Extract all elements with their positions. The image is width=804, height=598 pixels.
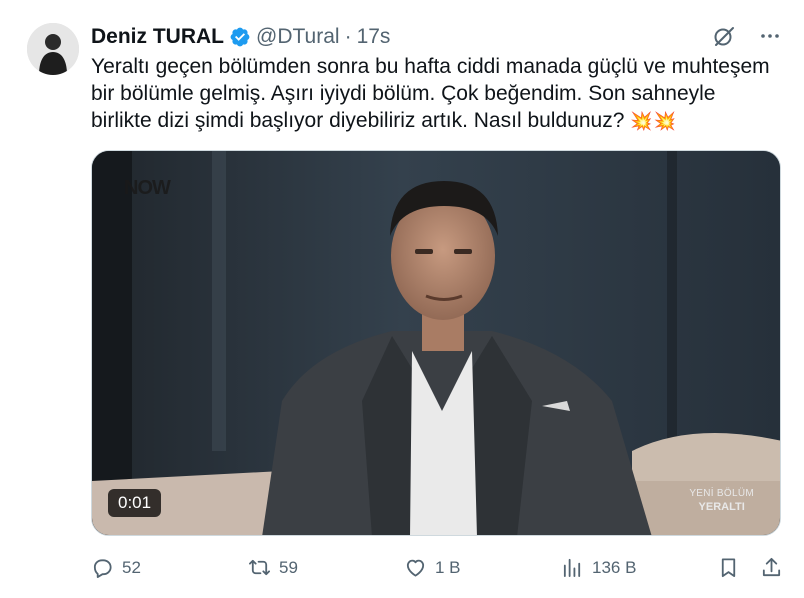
tweet-top-actions bbox=[712, 24, 782, 48]
separator-dot: · bbox=[344, 25, 352, 48]
repost-button[interactable]: 59 bbox=[248, 556, 298, 579]
tweet-actions: 52 59 1 B 136 B bbox=[91, 556, 781, 582]
show-overlay: YENİ BÖLÜM YERALTI bbox=[689, 488, 754, 513]
overlay-line-2: YERALTI bbox=[698, 501, 745, 513]
like-count: 1 B bbox=[435, 557, 461, 577]
tweet-header: Deniz TURAL @DTural · 17s bbox=[91, 23, 390, 51]
collision-emoji: 💥💥 bbox=[630, 111, 678, 131]
heart-icon bbox=[406, 559, 425, 577]
share-icon bbox=[762, 557, 781, 577]
like-button[interactable]: 1 B bbox=[404, 556, 461, 579]
avatar-image bbox=[27, 23, 79, 75]
reply-count: 52 bbox=[122, 557, 141, 577]
reply-button[interactable]: 52 bbox=[91, 556, 141, 579]
avatar[interactable] bbox=[27, 23, 79, 75]
video-thumbnail bbox=[92, 151, 780, 535]
view-count: 136 B bbox=[592, 557, 637, 577]
bookmark-button[interactable] bbox=[717, 556, 740, 579]
overlay-line-1: YENİ BÖLÜM bbox=[689, 488, 754, 499]
repost-count: 59 bbox=[279, 557, 298, 577]
author-name[interactable]: Deniz TURAL bbox=[91, 25, 224, 49]
author-handle[interactable]: @DTural bbox=[256, 25, 340, 49]
share-button[interactable] bbox=[760, 556, 783, 579]
verified-badge-icon[interactable] bbox=[229, 26, 251, 48]
tweet[interactable]: Deniz TURAL @DTural · 17s Yeraltı geçen … bbox=[0, 0, 804, 598]
tweet-text: Yeraltı geçen bölümden sonra bu hafta ci… bbox=[91, 53, 781, 135]
grok-icon[interactable] bbox=[712, 24, 736, 48]
video-duration: 0:01 bbox=[108, 489, 162, 517]
views-button[interactable]: 136 B bbox=[561, 556, 636, 579]
timestamp[interactable]: 17s bbox=[357, 25, 391, 49]
channel-watermark: NOW bbox=[124, 177, 171, 199]
reply-icon bbox=[93, 559, 112, 578]
bookmark-icon bbox=[721, 558, 736, 578]
analytics-icon bbox=[563, 558, 581, 578]
more-icon[interactable] bbox=[758, 24, 782, 48]
video-player[interactable]: NOW YENİ BÖLÜM YERALTI 0:01 bbox=[91, 150, 781, 536]
repost-icon bbox=[249, 559, 270, 576]
